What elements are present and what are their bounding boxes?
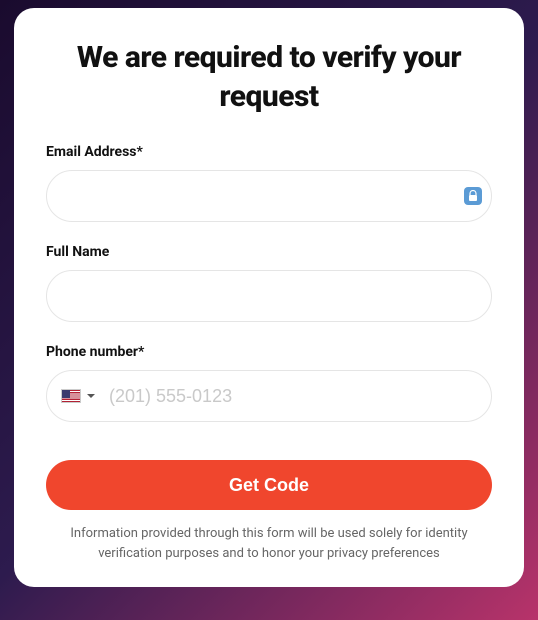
fullname-field-group: Full Name bbox=[46, 244, 492, 322]
fullname-input[interactable] bbox=[46, 270, 492, 322]
phone-input-wrapper bbox=[46, 370, 492, 422]
disclaimer-text: Information provided through this form w… bbox=[46, 524, 492, 563]
email-input[interactable] bbox=[46, 170, 492, 222]
us-flag-icon bbox=[61, 389, 81, 403]
form-title: We are required to verify your request bbox=[46, 38, 492, 116]
phone-label: Phone number* bbox=[46, 344, 492, 360]
country-selector[interactable] bbox=[61, 389, 105, 403]
get-code-button[interactable]: Get Code bbox=[46, 460, 492, 510]
fullname-label: Full Name bbox=[46, 244, 492, 260]
email-input-wrapper bbox=[46, 170, 492, 222]
email-field-group: Email Address* bbox=[46, 144, 492, 222]
phone-field-group: Phone number* bbox=[46, 344, 492, 422]
phone-input[interactable] bbox=[105, 371, 491, 421]
email-label: Email Address* bbox=[46, 144, 492, 160]
lock-icon bbox=[464, 187, 482, 205]
chevron-down-icon bbox=[87, 394, 95, 398]
verification-form-card: We are required to verify your request E… bbox=[14, 8, 524, 587]
